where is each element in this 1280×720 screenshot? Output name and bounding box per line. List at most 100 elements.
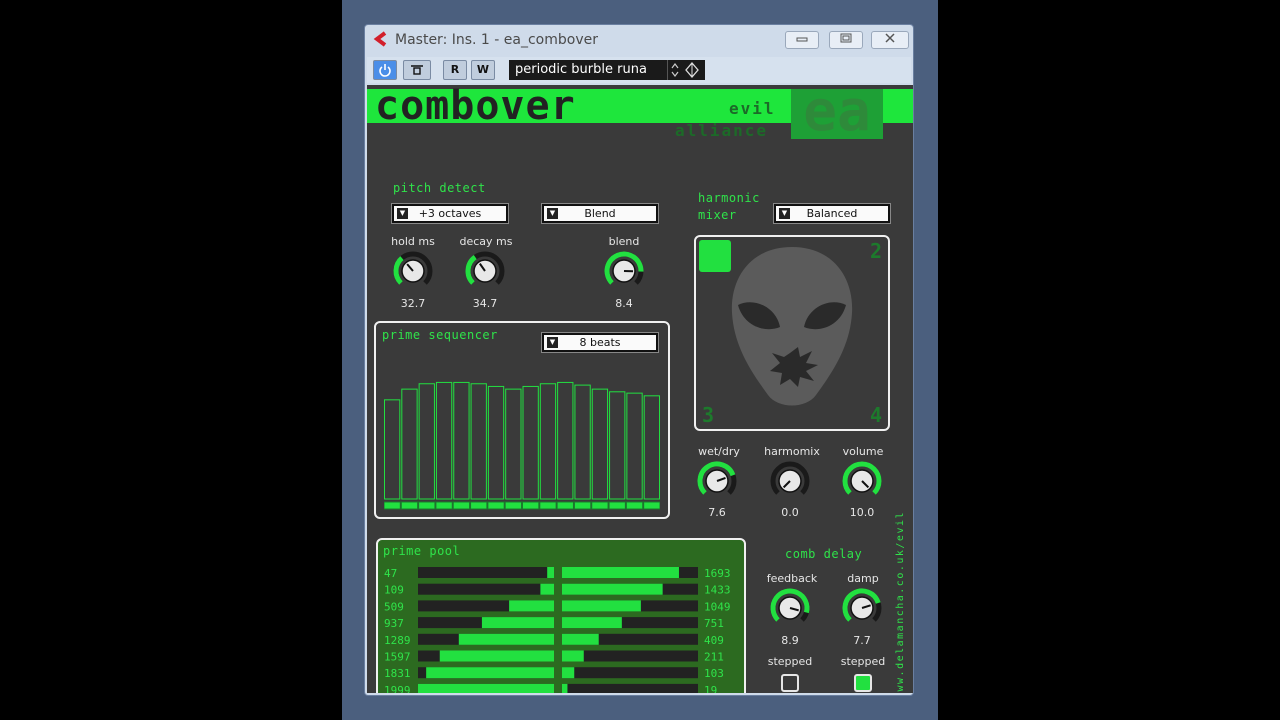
sequencer-step-bar[interactable] <box>522 385 539 500</box>
sequencer-step-bar[interactable] <box>557 381 574 500</box>
pool-left-value: 1999 <box>384 684 411 693</box>
blend-knob[interactable] <box>603 250 645 292</box>
sequencer-step-led <box>573 501 592 510</box>
sequencer-step-led <box>470 501 488 510</box>
sequencer-step-bar[interactable] <box>626 392 643 500</box>
mode-select[interactable]: ▼ Blend <box>542 204 658 223</box>
octave-select[interactable]: ▼ +3 octaves <box>392 204 508 223</box>
sequencer-step-bar[interactable] <box>591 388 609 500</box>
stepped-left-toggle[interactable] <box>781 674 799 692</box>
sequencer-step-bar[interactable] <box>384 399 401 500</box>
brand-evil: evil <box>729 99 776 118</box>
sequencer-step-bar[interactable] <box>505 388 522 500</box>
website-url: www.delamancha.co.uk/evil <box>895 510 906 693</box>
decay-value: 34.7 <box>472 297 498 310</box>
pool-left-fill <box>418 683 554 693</box>
pool-left-value: 109 <box>384 584 404 597</box>
sequencer-step-bar[interactable] <box>470 383 487 500</box>
minimize-button[interactable] <box>785 31 819 49</box>
pool-left-value: 47 <box>384 567 397 580</box>
sequencer-step-led <box>556 501 574 510</box>
wetdry-label: wet/dry <box>698 445 740 458</box>
pool-left-value: 1831 <box>384 667 411 680</box>
dropdown-arrow-icon: ▼ <box>397 208 408 219</box>
wetdry-knob[interactable] <box>696 460 738 502</box>
knob-level-arc <box>393 256 404 285</box>
close-button[interactable] <box>871 31 909 49</box>
pool-right-track[interactable] <box>562 683 698 693</box>
sequencer-step-led <box>539 501 557 510</box>
pool-left-value: 937 <box>384 617 404 630</box>
sequencer-step-bar[interactable] <box>487 385 505 500</box>
plugin-body: combover ea evil alliance pitch detect ▼… <box>367 85 913 693</box>
dropdown-arrow-icon: ▼ <box>547 208 558 219</box>
maximize-button[interactable] <box>829 31 863 49</box>
harmomix-knob[interactable] <box>769 460 811 502</box>
stepped-right-toggle[interactable] <box>854 674 872 692</box>
sequencer-step-led <box>504 501 522 510</box>
sequencer-step-bar[interactable] <box>418 383 435 500</box>
volume-value: 10.0 <box>849 506 875 519</box>
pool-left-fill <box>540 583 554 595</box>
pool-left-fill <box>439 650 554 662</box>
harmomix-value: 0.0 <box>781 506 799 519</box>
sequencer-step-bar[interactable] <box>643 395 660 500</box>
pool-right-fill <box>562 683 568 693</box>
pool-left-value: 509 <box>384 600 404 613</box>
ea-logo: ea <box>791 85 883 140</box>
sequencer-step-led <box>591 501 609 510</box>
sequencer-step-bar[interactable] <box>435 381 453 500</box>
decay-knob[interactable] <box>464 250 506 292</box>
sequencer-step-bar[interactable] <box>401 388 418 500</box>
maximize-icon <box>840 33 852 43</box>
sequencer-step-led <box>384 501 401 510</box>
prime-pool-sliders[interactable]: 47 1693 109 1433 509 1049 937 751 1289 409 1597 211… <box>384 564 740 693</box>
sequencer-step-led <box>400 501 419 510</box>
damp-label: damp <box>847 572 879 585</box>
hold-knob[interactable] <box>392 250 434 292</box>
sequencer-step-bar[interactable] <box>609 391 626 500</box>
sequencer-step-led <box>625 501 644 510</box>
hold-label: hold ms <box>391 235 435 248</box>
beats-select[interactable]: ▼ 8 beats <box>542 333 658 352</box>
title-bar[interactable]: Master: Ins. 1 - ea_combover <box>365 25 913 55</box>
harmonic-xy-pad[interactable]: 2 3 4 <box>694 235 890 431</box>
window-title: Master: Ins. 1 - ea_combover <box>395 32 598 48</box>
alien-skull-icon <box>731 247 853 406</box>
preset-browser-button[interactable] <box>683 60 701 80</box>
damp-knob[interactable] <box>841 587 883 629</box>
harmonic-mixer-label-2: mixer <box>698 208 737 222</box>
sequencer-step-led <box>522 501 540 510</box>
prime-pool-label: prime pool <box>383 544 461 558</box>
sequencer-step-bar[interactable] <box>539 383 557 500</box>
stepped-left-label: stepped <box>767 655 813 668</box>
read-automation-button[interactable]: R <box>443 60 467 80</box>
beats-select-value: 8 beats <box>579 336 621 349</box>
pool-right-track[interactable] <box>562 667 698 679</box>
octave-select-value: +3 octaves <box>418 207 482 220</box>
power-button[interactable] <box>373 60 397 80</box>
pool-left-value: 1597 <box>384 651 411 664</box>
sequencer-steps[interactable] <box>384 361 660 511</box>
pool-right-fill <box>562 617 622 629</box>
sequencer-step-bar[interactable] <box>453 381 470 500</box>
pool-right-value: 1049 <box>704 600 731 613</box>
pool-right-value: 211 <box>704 651 724 664</box>
write-automation-button[interactable]: W <box>471 60 495 80</box>
harmomix-label: harmomix <box>764 445 820 458</box>
pool-right-value: 1693 <box>704 567 731 580</box>
feedback-value: 8.9 <box>781 634 799 647</box>
up-down-arrows-icon <box>671 63 679 77</box>
pool-left-track[interactable] <box>418 567 554 578</box>
feedback-knob[interactable] <box>769 587 811 629</box>
volume-knob[interactable] <box>841 460 883 502</box>
bypass-button[interactable] <box>403 60 431 80</box>
mode-select-value: Blend <box>584 207 616 220</box>
pool-left-track[interactable] <box>418 583 554 595</box>
preset-stepper[interactable] <box>667 60 681 80</box>
harmonic-mixer-select[interactable]: ▼ Balanced <box>774 204 890 223</box>
close-icon <box>885 33 895 43</box>
sequencer-step-bar[interactable] <box>574 384 591 500</box>
pool-right-fill <box>562 650 584 662</box>
hold-value: 32.7 <box>400 297 426 310</box>
